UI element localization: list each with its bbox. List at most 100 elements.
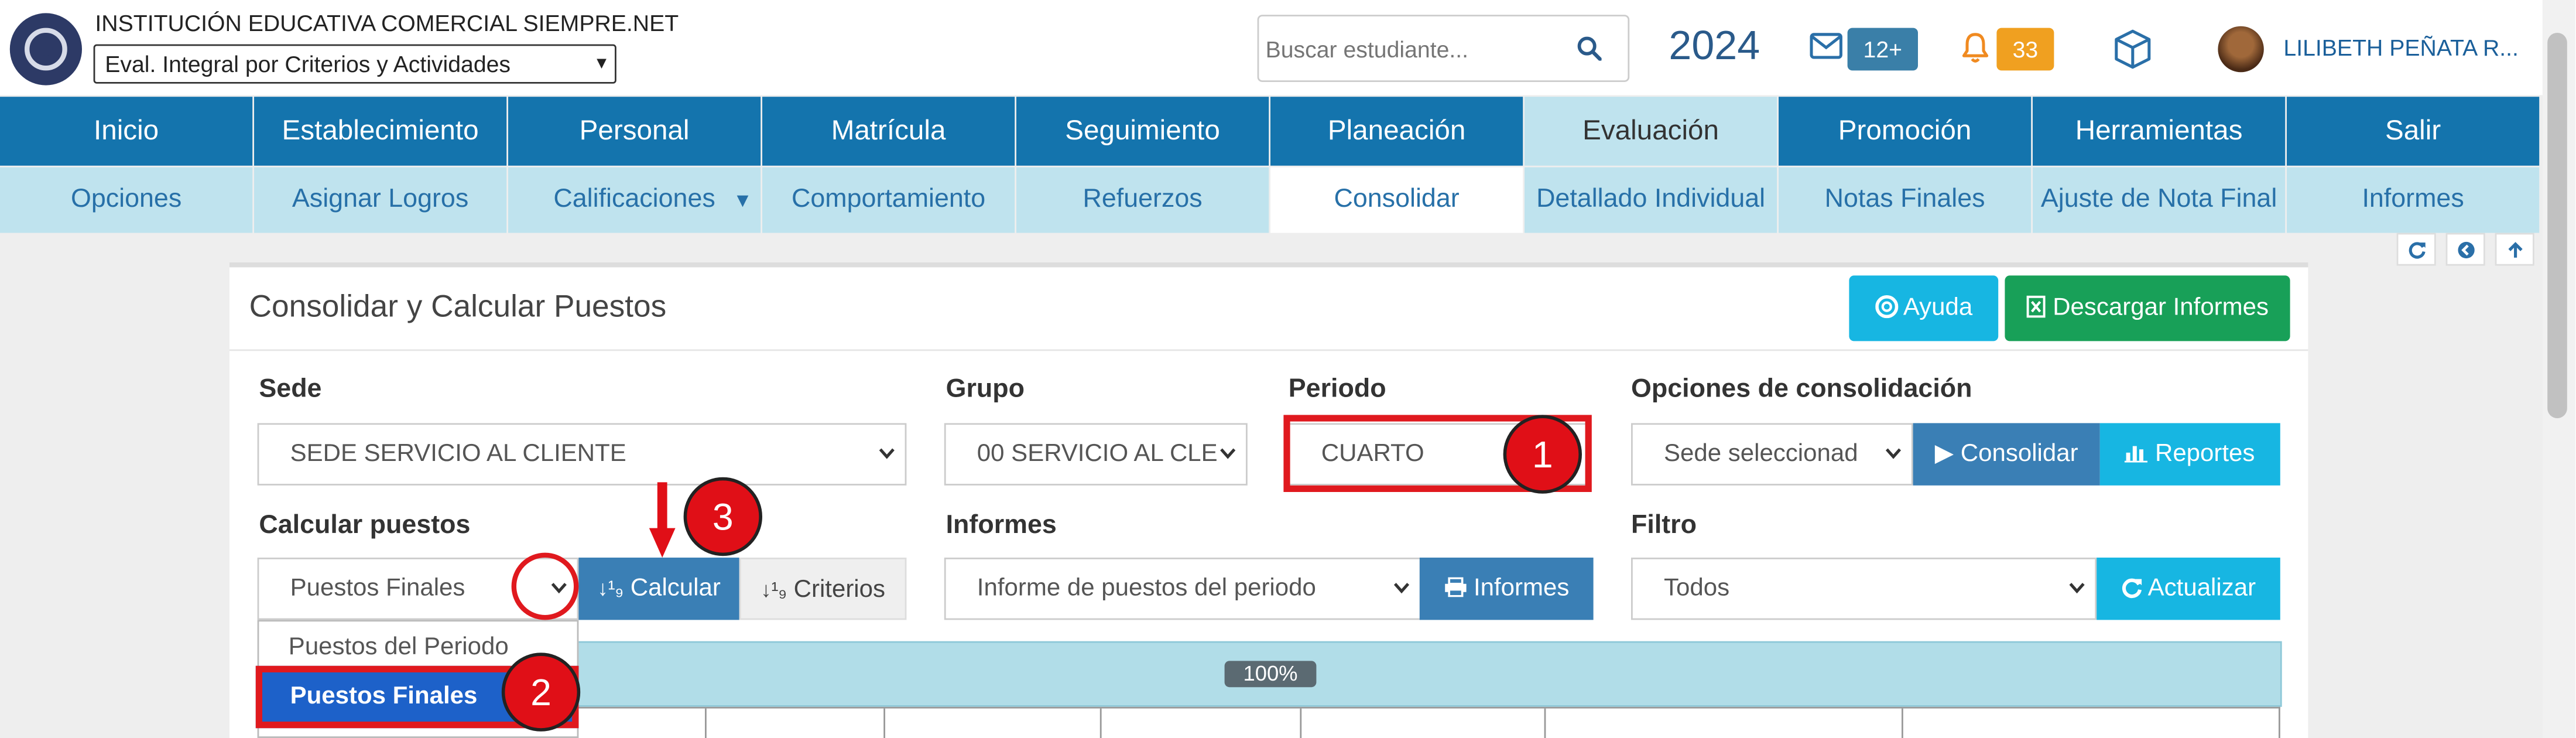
help-button[interactable]: Ayuda	[1849, 275, 1999, 341]
menu-planeacion[interactable]: Planeación	[1270, 97, 1523, 166]
consolidacion-label: Opciones de consolidación	[1631, 375, 1972, 404]
menu-personal[interactable]: Personal	[508, 97, 761, 166]
filtro-select[interactable]: Todos	[1631, 558, 2097, 620]
informes-select[interactable]: Informe de puestos del periodo	[944, 558, 1421, 620]
cube-icon[interactable]	[2111, 28, 2154, 71]
scrollbar-thumb[interactable]	[2547, 33, 2567, 418]
submenu-refuerzos[interactable]: Refuerzos	[1016, 167, 1269, 233]
menu-herramientas[interactable]: Herramientas	[2033, 97, 2286, 166]
panel-divider	[229, 349, 2308, 351]
collapse-tool[interactable]	[2445, 233, 2485, 266]
calcular-button[interactable]: ↓¹₉ Calcular	[578, 558, 739, 620]
caret-down-icon[interactable]: ▼	[733, 168, 752, 233]
calcular-value: Puestos Finales	[290, 574, 465, 602]
informes-value: Informe de puestos del periodo	[977, 574, 1316, 602]
evaluation-type-value: Eval. Integral por Criterios y Actividad…	[105, 50, 511, 77]
refresh-tool[interactable]	[2396, 233, 2436, 266]
search-icon[interactable]	[1577, 36, 1602, 61]
option-puestos-periodo[interactable]: Puestos del Periodo	[289, 633, 509, 661]
filtro-label: Filtro	[1631, 511, 1697, 540]
annotation-2: 2	[501, 652, 581, 732]
submenu-opciones[interactable]: Opciones	[0, 167, 253, 233]
school-year[interactable]: 2024	[1669, 23, 1760, 70]
grupo-value: 00 SERVICIO AL CLE	[977, 439, 1218, 467]
messages-badge[interactable]: 12+	[1847, 28, 1918, 71]
sede-value: SEDE SERVICIO AL CLIENTE	[290, 439, 626, 467]
bar-chart-icon	[2125, 446, 2149, 463]
submenu-consolidar[interactable]: Consolidar	[1270, 167, 1523, 233]
submenu-asignar-logros[interactable]: Asignar Logros	[254, 167, 507, 233]
excel-file-icon	[2026, 295, 2046, 318]
evaluation-type-select[interactable]: Eval. Integral por Criterios y Actividad…	[93, 44, 616, 84]
progress-label: 100%	[1224, 661, 1317, 688]
chevron-down-icon	[1885, 448, 1902, 459]
submenu-comportamiento[interactable]: Comportamiento	[762, 167, 1015, 233]
sub-menu: Opciones Asignar Logros Calificaciones ▼ …	[0, 167, 2540, 233]
submenu-calificaciones[interactable]: Calificaciones ▼	[508, 167, 761, 233]
play-icon: ▶	[1934, 439, 1954, 467]
actualizar-button-label: Actualizar	[2147, 574, 2256, 602]
menu-salir[interactable]: Salir	[2287, 97, 2540, 166]
lifebuoy-icon	[1875, 295, 1898, 319]
menu-establecimiento[interactable]: Establecimiento	[254, 97, 507, 166]
bell-icon[interactable]	[1961, 31, 1990, 64]
student-search[interactable]	[1257, 15, 1630, 83]
dropdown-highlight-circle	[511, 552, 579, 620]
help-button-label: Ayuda	[1903, 293, 1973, 322]
consolidacion-select[interactable]: Sede seleccionad	[1631, 423, 1913, 486]
chevron-down-icon	[879, 448, 895, 459]
institution-logo[interactable]	[9, 13, 82, 86]
submenu-calificaciones-label: Calificaciones	[553, 185, 715, 213]
reportes-button-label: Reportes	[2154, 439, 2255, 467]
circle-chevron-left-icon	[2458, 241, 2475, 259]
annotation-1: 1	[1503, 415, 1582, 494]
scroll-top-tool[interactable]	[2495, 233, 2534, 266]
page-scrollbar[interactable]	[2542, 0, 2575, 738]
consolidacion-value: Sede seleccionad	[1664, 439, 1858, 467]
consolidar-button-label: Consolidar	[1960, 439, 2078, 467]
arrow-up-icon	[2508, 242, 2523, 258]
progress-bar: 100%	[577, 641, 2282, 707]
criterios-button[interactable]: ↓¹₉ Criterios	[739, 558, 907, 620]
submenu-notas-finales[interactable]: Notas Finales	[1779, 167, 2032, 233]
periodo-label: Periodo	[1288, 375, 1386, 404]
download-reports-button[interactable]: Descargar Informes	[2005, 275, 2290, 341]
submenu-ajuste-nota-final[interactable]: Ajuste de Nota Final	[2033, 167, 2286, 233]
filtro-value: Todos	[1664, 574, 1730, 602]
arrow-down-icon	[649, 482, 676, 558]
chevron-down-icon	[1393, 583, 1410, 594]
sede-label: Sede	[259, 375, 322, 404]
top-header: INSTITUCIÓN EDUCATIVA COMERCIAL SIEMPRE.…	[0, 0, 2575, 95]
main-menu: Inicio Establecimiento Personal Matrícul…	[0, 97, 2540, 166]
menu-matricula[interactable]: Matrícula	[762, 97, 1015, 166]
user-name[interactable]: LILIBETH PEÑATA R...	[2283, 35, 2519, 61]
sede-select[interactable]: SEDE SERVICIO AL CLIENTE	[257, 423, 907, 486]
submenu-informes[interactable]: Informes	[2287, 167, 2540, 233]
app-screen: INSTITUCIÓN EDUCATIVA COMERCIAL SIEMPRE.…	[0, 0, 2575, 738]
search-input[interactable]	[1259, 16, 1575, 81]
institution-name: INSTITUCIÓN EDUCATIVA COMERCIAL SIEMPRE.…	[95, 9, 679, 36]
annotation-3: 3	[683, 477, 762, 556]
chevron-down-icon: ▾	[597, 50, 607, 74]
actualizar-button[interactable]: Actualizar	[2097, 558, 2280, 620]
submenu-detallado-individual[interactable]: Detallado Individual	[1525, 167, 1777, 233]
menu-promocion[interactable]: Promoción	[1779, 97, 2032, 166]
menu-seguimiento[interactable]: Seguimiento	[1016, 97, 1269, 166]
download-reports-label: Descargar Informes	[2053, 293, 2269, 322]
refresh-icon	[2409, 242, 2426, 259]
printer-icon	[1444, 577, 1466, 597]
reportes-button[interactable]: Reportes	[2099, 423, 2280, 486]
user-avatar[interactable]	[2218, 26, 2264, 73]
menu-inicio[interactable]: Inicio	[0, 97, 253, 166]
grupo-select[interactable]: 00 SERVICIO AL CLE	[944, 423, 1248, 486]
refresh-icon	[2122, 578, 2142, 599]
mail-icon[interactable]	[1810, 33, 1842, 59]
sort-numeric-icon: ↓¹₉	[761, 577, 787, 602]
calcular-label: Calcular puestos	[259, 511, 471, 540]
informes-button[interactable]: Informes	[1419, 558, 1594, 620]
menu-evaluacion[interactable]: Evaluación	[1525, 97, 1777, 166]
criterios-button-label: Criterios	[793, 575, 885, 604]
consolidar-button[interactable]: ▶ Consolidar	[1913, 423, 2100, 486]
panel-title: Consolidar y Calcular Puestos	[249, 290, 667, 325]
notifications-badge[interactable]: 33	[1996, 28, 2054, 71]
